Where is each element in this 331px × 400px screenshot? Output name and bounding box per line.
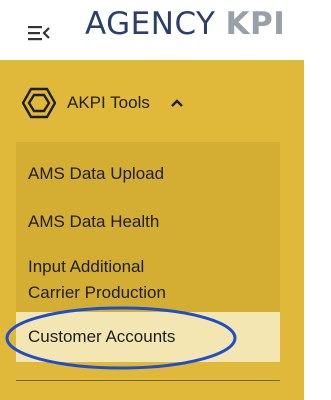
chevron-up-icon[interactable] (170, 96, 184, 108)
top-header: AGENCY KPI (0, 0, 331, 60)
menu-item-label: AMS Data Health (28, 212, 160, 231)
menu-item-ams-data-health[interactable]: AMS Data Health (16, 200, 280, 240)
menu-item-customer-accounts[interactable]: Customer Accounts (16, 312, 280, 362)
menu-item-label-line1: Input Additional (28, 257, 145, 276)
menu-collapse-icon[interactable] (26, 22, 52, 44)
hexagon-nut-icon (21, 86, 57, 120)
menu-item-ams-data-upload[interactable]: AMS Data Upload (16, 152, 280, 192)
app-window: AGENCY KPI AKPI Tools AMS Data Upload AM… (0, 0, 331, 400)
menu-item-label: Input Additional Carrier Production (28, 254, 166, 306)
section-label: AKPI Tools (67, 93, 150, 112)
logo-kpi-text: KPI (225, 6, 286, 42)
menu-item-label: Customer Accounts (28, 327, 176, 346)
sidebar-divider (16, 380, 280, 381)
content-edge (304, 60, 331, 400)
akpi-tools-submenu: AMS Data Upload AMS Data Health Input Ad… (16, 142, 280, 362)
menu-item-label-line2: Carrier Production (28, 283, 166, 302)
akpi-tools-section-toggle[interactable]: AKPI Tools (0, 82, 304, 126)
agency-kpi-logo[interactable]: AGENCY KPI (85, 6, 285, 42)
menu-item-input-additional-carrier-production[interactable]: Input Additional Carrier Production (16, 248, 280, 310)
sidebar: AKPI Tools AMS Data Upload AMS Data Heal… (0, 60, 304, 400)
menu-item-label: AMS Data Upload (28, 164, 165, 183)
logo-agency-text: AGENCY (85, 6, 216, 42)
